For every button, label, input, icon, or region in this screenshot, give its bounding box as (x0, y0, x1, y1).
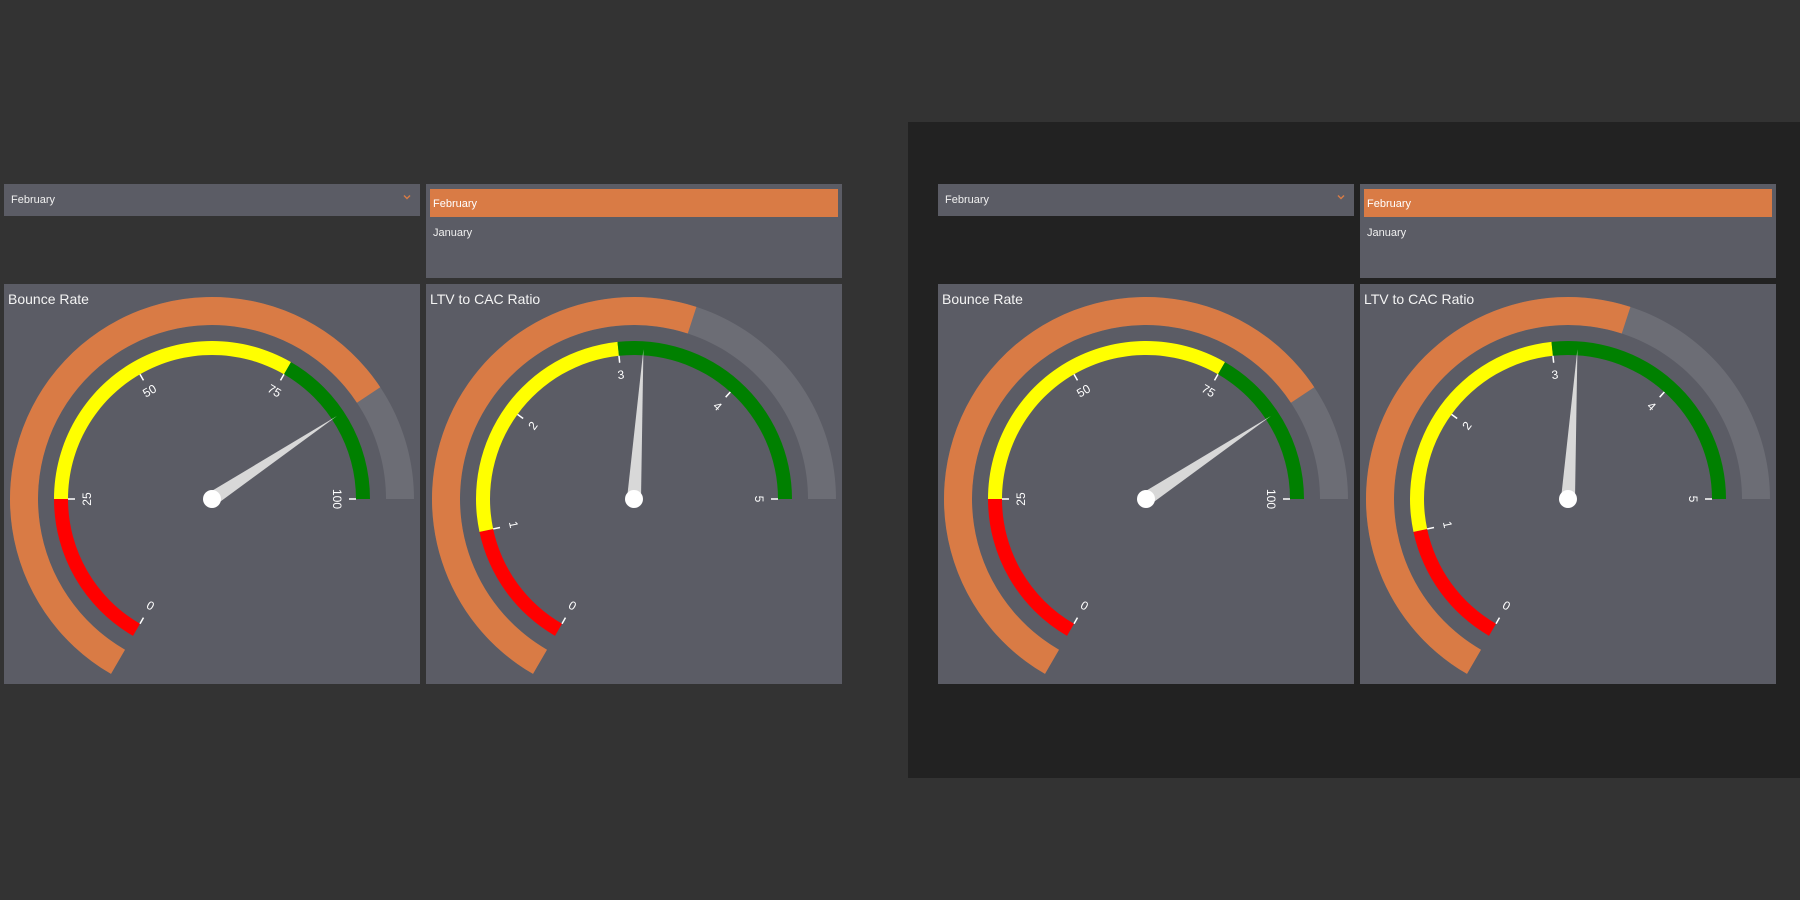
gauge-tick (139, 373, 145, 381)
gauge-tick-label: 25 (1014, 492, 1028, 506)
gauge-tick-label: 75 (1199, 381, 1218, 400)
gauge-needle-hub (1137, 490, 1155, 508)
gauge-tick (1073, 617, 1079, 625)
gauge-tick-label: 100 (330, 489, 344, 509)
gauge-needle (1142, 415, 1271, 505)
gauge-tick (139, 617, 145, 625)
gauge-tick-label: 2 (525, 419, 540, 433)
gauge-needle-hub (203, 490, 221, 508)
chevron-down-icon (1337, 195, 1345, 200)
gauge-tick-label: 25 (80, 492, 94, 506)
month-option-label: February (433, 198, 478, 210)
gauge-tick-label: 75 (265, 381, 284, 400)
month-dropdown[interactable]: February (4, 184, 420, 216)
gauge-tick-label: 100 (1264, 489, 1278, 509)
gauge-tick-label: 0 (566, 598, 579, 614)
gauge-tick-label: 0 (1078, 598, 1091, 614)
gauge-needle (1561, 349, 1578, 500)
month-dropdown-value: February (945, 194, 990, 206)
month-option-label: February (1367, 198, 1412, 210)
gauge-tick (517, 413, 524, 420)
gauge-tick-label: 0 (144, 598, 157, 614)
month-option-label: January (1367, 227, 1407, 239)
gauge-tick (492, 526, 501, 530)
gauge-tick (1451, 413, 1458, 420)
gauge-needle-hub (625, 490, 643, 508)
gauge-tick-label: 1 (506, 520, 521, 530)
month-listbox[interactable]: February January (1360, 184, 1776, 278)
gauge-needle-hub (1559, 490, 1577, 508)
month-dropdown[interactable]: February (938, 184, 1354, 216)
gauge-tick-label: 50 (140, 381, 159, 400)
gauge-card-ltv-cac: LTV to CAC Ratio 012345 (426, 284, 842, 684)
gauge-chart: 0 1 2 3 4 5 (1366, 296, 1770, 674)
month-listbox[interactable]: February January (426, 184, 842, 278)
gauge-tick (1659, 391, 1665, 398)
month-option[interactable]: January (1364, 222, 1772, 244)
gauge-tick (561, 617, 567, 625)
month-option[interactable]: January (430, 222, 838, 244)
gauge-card-bounce-rate: Bounce Rate 0 25 50 75 100 (938, 284, 1354, 684)
month-option-selected[interactable]: February (430, 189, 838, 217)
gauge-tick-label: 4 (710, 399, 725, 414)
month-dropdown-value: February (11, 194, 56, 206)
gauge-tick (279, 373, 285, 381)
gauge-tick-label: 3 (1551, 368, 1559, 383)
gauge-tick (1073, 373, 1079, 381)
gauge-tick (1552, 355, 1555, 363)
gauge-tick-label: 5 (752, 496, 766, 503)
gauge-card-bounce-rate: Bounce Rate 0 25 50 75 100 (4, 284, 420, 684)
gauge-tick-label: 50 (1074, 381, 1093, 400)
gauge-chart: 0 25 50 75 100 (943, 296, 1348, 674)
gauge-tick-label: 4 (1644, 399, 1659, 414)
gauge-tick (1426, 526, 1435, 530)
gauge-tick (1213, 373, 1219, 381)
gauge-tick-label: 1 (1440, 520, 1455, 530)
month-option-label: January (433, 227, 473, 239)
gauge-card-ltv-cac: LTV to CAC Ratio 012345 (1360, 284, 1776, 684)
gauge-tick-label: 0 (1500, 598, 1513, 614)
month-option-selected[interactable]: February (1364, 189, 1772, 217)
gauge-tick-label: 3 (617, 368, 625, 383)
gauge-tick (725, 391, 731, 398)
chevron-down-icon (403, 195, 411, 200)
gauge-tick-label: 2 (1459, 419, 1474, 433)
gauge-chart: 0 1 2 3 4 5 (432, 296, 836, 674)
gauge-chart: 0 25 50 75 100 (9, 296, 414, 674)
gauge-tick (618, 355, 621, 363)
gauge-needle (627, 349, 644, 500)
gauge-needle (208, 415, 337, 505)
gauge-tick-label: 5 (1686, 496, 1700, 503)
gauge-tick (1495, 617, 1501, 625)
